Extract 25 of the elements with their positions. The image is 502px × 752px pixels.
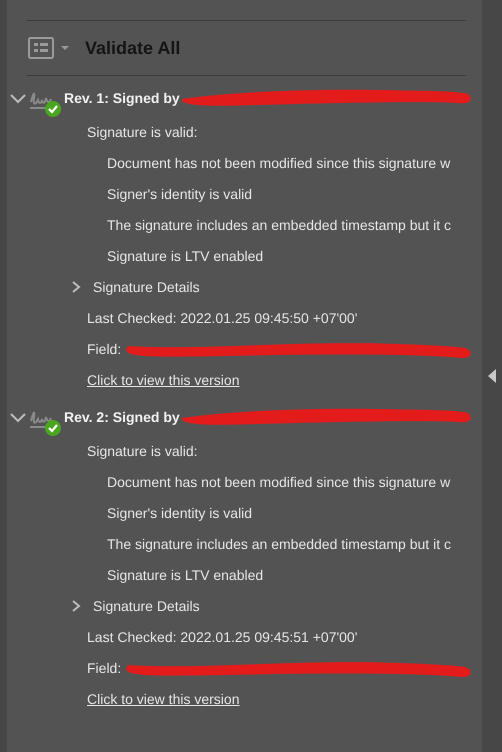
signature-title: Rev. 1: Signed by <box>64 90 180 106</box>
signature-details-toggle[interactable]: Signature Details <box>93 598 200 614</box>
validation-check-text: Signer's identity is valid <box>107 186 252 202</box>
view-version-link[interactable]: Click to view this version <box>87 372 240 388</box>
validation-check-text: Signature is LTV enabled <box>107 248 264 264</box>
field-label: Field: <box>87 660 122 676</box>
signature-details-toggle[interactable]: Signature Details <box>93 278 200 294</box>
view-version-link[interactable]: Click to view this version <box>87 690 240 706</box>
chevron-down-icon[interactable] <box>9 92 27 104</box>
chevron-down-icon[interactable] <box>9 411 27 423</box>
collapse-panel-icon[interactable] <box>487 368 497 384</box>
validity-status: Signature is valid: <box>87 442 198 458</box>
validation-check-text: Document has not been modified since this signature w <box>107 154 450 170</box>
validation-check-text: Document has not been modified since this signature w <box>107 474 450 490</box>
validation-check-text: The signature includes an embedded timestamp but it c <box>107 216 451 232</box>
validation-check-text: The signature includes an embedded timestamp but it c <box>107 536 451 552</box>
last-checked-text: Last Checked: 2022.01.25 09:45:50 +07'00' <box>87 310 358 326</box>
chevron-right-icon[interactable] <box>70 598 82 612</box>
chevron-right-icon[interactable] <box>70 280 82 294</box>
signature-title: Rev. 2: Signed by <box>64 409 180 425</box>
validation-check-text: Signature is LTV enabled <box>107 566 264 582</box>
field-label: Field: <box>87 340 122 356</box>
last-checked-text: Last Checked: 2022.01.25 09:45:51 +07'00' <box>87 628 358 644</box>
validation-check-text: Signer's identity is valid <box>107 504 252 520</box>
validity-status: Signature is valid: <box>87 124 198 140</box>
